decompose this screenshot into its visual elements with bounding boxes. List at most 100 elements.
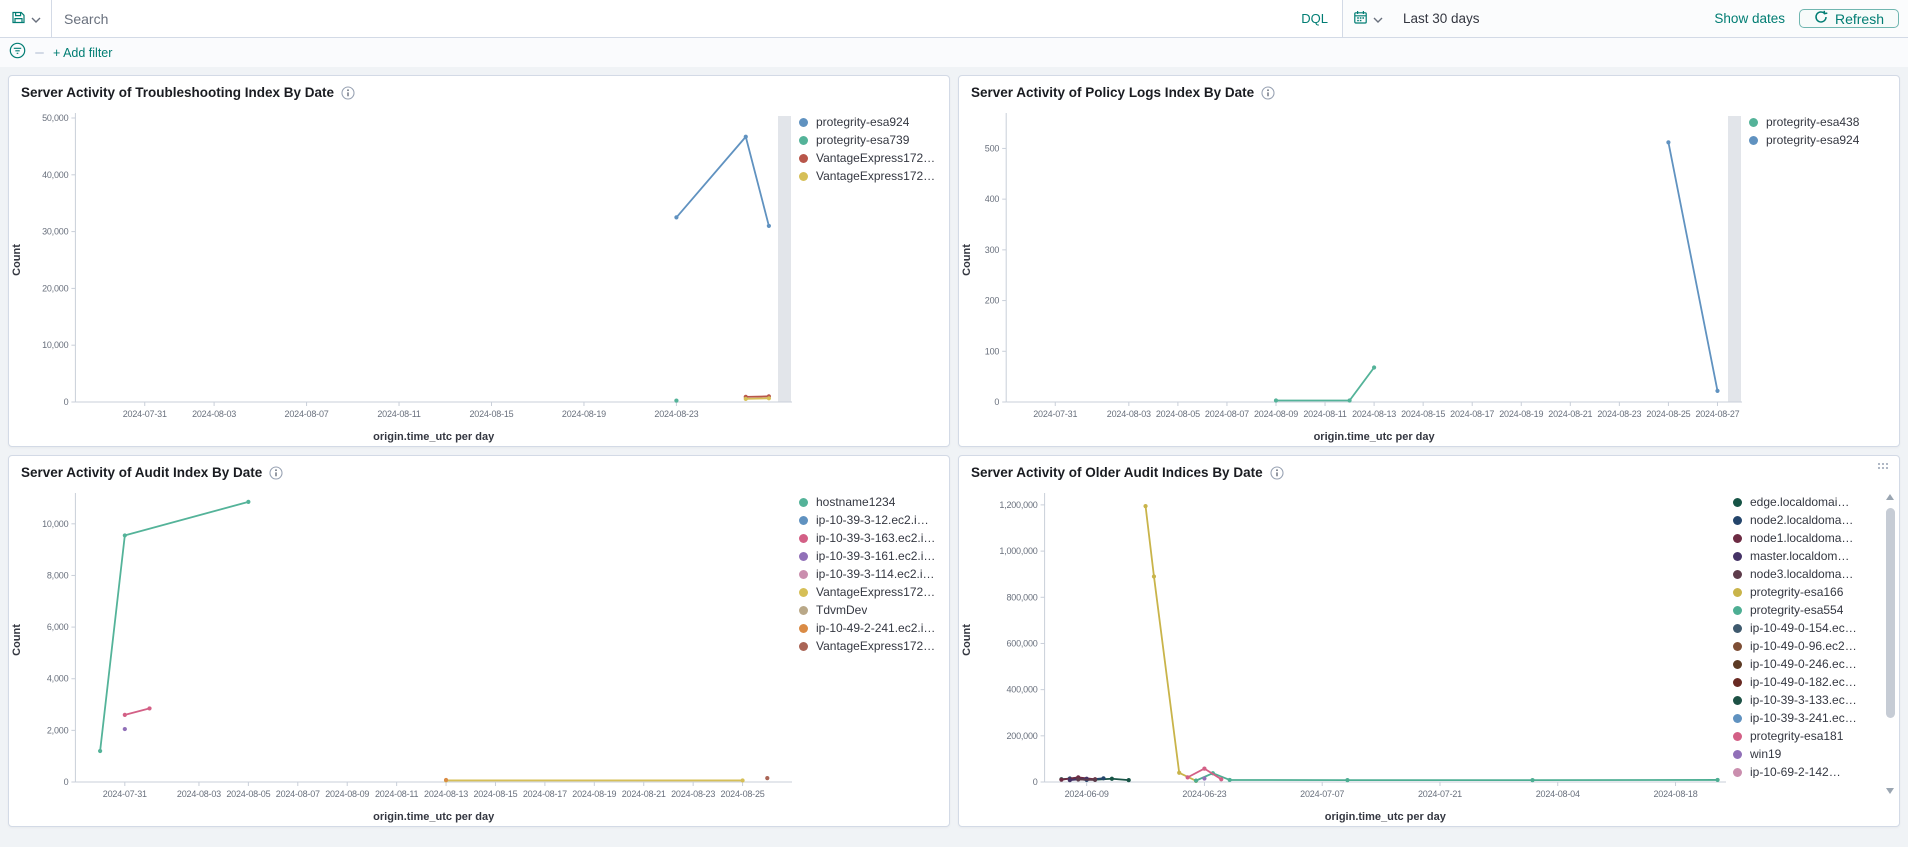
time-range-value[interactable]: Last 30 days <box>1393 11 1714 26</box>
svg-text:300: 300 <box>985 245 1000 255</box>
svg-text:2024-08-13: 2024-08-13 <box>1352 409 1396 419</box>
legend-series-label: hostname1234 <box>816 495 896 509</box>
legend-item[interactable]: ip-10-49-0-246.ec… <box>1733 657 1873 671</box>
svg-text:2024-08-18: 2024-08-18 <box>1654 789 1698 799</box>
legend-item[interactable]: protegrity-esa554 <box>1733 603 1873 617</box>
legend-item[interactable]: ip-10-39-3-114.ec2.i… <box>799 567 943 581</box>
legend-item[interactable]: ip-10-49-0-96.ec2… <box>1733 639 1873 653</box>
legend-item[interactable]: protegrity-esa181 <box>1733 729 1873 743</box>
info-icon[interactable] <box>341 86 355 100</box>
svg-text:0: 0 <box>64 777 69 787</box>
legend-series-label: protegrity-esa181 <box>1750 729 1844 743</box>
legend-series-dot <box>799 153 808 163</box>
svg-text:100: 100 <box>985 346 1000 356</box>
quick-select-button[interactable] <box>1343 0 1393 37</box>
panel-context-menu-icon[interactable] <box>1878 463 1890 471</box>
info-icon[interactable] <box>269 466 283 480</box>
legend-item[interactable]: protegrity-esa739 <box>799 133 943 147</box>
scroll-up-icon[interactable] <box>1886 494 1894 500</box>
legend-item[interactable]: protegrity-esa924 <box>1749 133 1893 147</box>
legend-item[interactable]: VantageExpress172… <box>799 151 943 165</box>
svg-text:2024-08-11: 2024-08-11 <box>377 409 421 419</box>
legend-item[interactable]: node1.localdoma… <box>1733 531 1873 545</box>
legend-item[interactable]: protegrity-esa438 <box>1749 115 1893 129</box>
legend-item[interactable]: VantageExpress172… <box>799 169 943 183</box>
legend-item[interactable]: edge.localdomai… <box>1733 495 1873 509</box>
panel-title: Server Activity of Troubleshooting Index… <box>21 85 335 100</box>
legend-scrollbar <box>1886 494 1895 794</box>
refresh-button[interactable]: Refresh <box>1798 9 1899 28</box>
legend-series-label: ip-10-69-2-142… <box>1750 765 1841 778</box>
legend-series-dot <box>1733 497 1742 507</box>
chart-canvas[interactable]: 0 2,000 4,000 6,000 8,000 10,000 2024-07-31 202… <box>9 482 797 826</box>
svg-text:600,000: 600,000 <box>1006 638 1037 648</box>
svg-text:Count: Count <box>11 624 23 656</box>
legend-item[interactable]: ip-10-49-0-182.ec… <box>1733 675 1873 689</box>
legend-item[interactable]: ip-10-49-2-241.ec2.i… <box>799 621 943 635</box>
legend-item[interactable]: VantageExpress172… <box>799 585 943 599</box>
legend-item[interactable]: master.localdom… <box>1733 549 1873 563</box>
legend-item[interactable]: win19 <box>1733 747 1873 761</box>
panel-audit-index: Server Activity of Audit Index By Date 0… <box>8 455 950 827</box>
svg-text:Count: Count <box>961 624 973 656</box>
svg-text:2,000: 2,000 <box>47 725 69 735</box>
query-language-button[interactable]: DQL <box>1287 0 1342 37</box>
chart-canvas[interactable]: 0 100 200 300 400 500 2024-07-31 2024-08-03 2024… <box>959 102 1747 446</box>
legend-series-dot <box>1749 135 1758 145</box>
legend-series-label: VantageExpress172… <box>816 585 936 599</box>
svg-text:2024-08-23: 2024-08-23 <box>1597 409 1641 419</box>
legend-series-label: ip-10-39-3-241.ec… <box>1750 711 1857 725</box>
svg-text:2024-08-21: 2024-08-21 <box>1548 409 1592 419</box>
filter-icon[interactable] <box>9 42 26 64</box>
svg-text:0: 0 <box>994 397 999 407</box>
svg-text:2024-08-19: 2024-08-19 <box>562 409 606 419</box>
legend-series-dot <box>799 497 808 507</box>
legend-item[interactable]: VantageExpress172… <box>799 639 943 653</box>
panel-title: Server Activity of Audit Index By Date <box>21 465 263 480</box>
saved-queries-button[interactable] <box>0 0 52 37</box>
legend-series-label: edge.localdomai… <box>1750 495 1850 509</box>
legend-series-label: protegrity-esa438 <box>1766 115 1860 129</box>
legend-series-dot <box>1733 515 1742 525</box>
svg-text:Count: Count <box>11 244 23 276</box>
legend-item[interactable]: ip-10-49-0-154.ec… <box>1733 621 1873 635</box>
legend-item[interactable]: node2.localdoma… <box>1733 513 1873 527</box>
legend-series-dot <box>1733 569 1742 579</box>
chart-canvas[interactable]: 0 200,000 400,000 600,000 800,000 1,000,000 1,… <box>959 482 1731 826</box>
legend-item[interactable]: hostname1234 <box>799 495 943 509</box>
svg-text:2024-08-11: 2024-08-11 <box>375 789 419 799</box>
legend-item[interactable]: TdvmDev <box>799 603 943 617</box>
legend-item[interactable]: protegrity-esa166 <box>1733 585 1873 599</box>
legend-item[interactable]: protegrity-esa924 <box>799 115 943 129</box>
legend-item[interactable]: ip-10-39-3-241.ec… <box>1733 711 1873 725</box>
svg-text:2024-08-27: 2024-08-27 <box>1695 409 1739 419</box>
legend-item[interactable]: ip-10-39-3-161.ec2.i… <box>799 549 943 563</box>
legend-item[interactable]: ip-10-69-2-142… <box>1733 765 1873 778</box>
svg-text:2024-06-23: 2024-06-23 <box>1182 789 1226 799</box>
filter-bar: + Add filter <box>0 38 1908 67</box>
search-input[interactable] <box>52 0 1288 37</box>
legend-series-dot <box>1733 641 1742 651</box>
chart-canvas[interactable]: 0 10,000 20,000 30,000 40,000 50,000 2024-07-3… <box>9 102 797 446</box>
legend-series-dot <box>1733 767 1742 777</box>
legend-item[interactable]: node3.localdoma… <box>1733 567 1873 581</box>
svg-text:origin.time_utc per day: origin.time_utc per day <box>373 431 495 443</box>
legend-item[interactable]: ip-10-39-3-163.ec2.i… <box>799 531 943 545</box>
legend-series-dot <box>799 171 808 181</box>
legend-series-dot <box>1733 677 1742 687</box>
info-icon[interactable] <box>1270 466 1284 480</box>
legend-series-dot <box>799 551 808 561</box>
svg-text:2024-08-09: 2024-08-09 <box>1254 409 1298 419</box>
svg-text:2024-08-25: 2024-08-25 <box>1646 409 1690 419</box>
legend-item[interactable]: ip-10-39-3-133.ec… <box>1733 693 1873 707</box>
show-dates-button[interactable]: Show dates <box>1714 11 1785 26</box>
legend-series-label: node3.localdoma… <box>1750 567 1854 581</box>
scroll-down-icon[interactable] <box>1886 788 1894 794</box>
legend-scrollbar-thumb[interactable] <box>1886 508 1895 718</box>
calendar-icon <box>1353 10 1368 28</box>
refresh-label: Refresh <box>1834 10 1884 27</box>
info-icon[interactable] <box>1261 86 1275 100</box>
legend-series-label: ip-10-49-0-246.ec… <box>1750 657 1857 671</box>
legend-item[interactable]: ip-10-39-3-12.ec2.i… <box>799 513 943 527</box>
add-filter-button[interactable]: + Add filter <box>53 46 112 60</box>
